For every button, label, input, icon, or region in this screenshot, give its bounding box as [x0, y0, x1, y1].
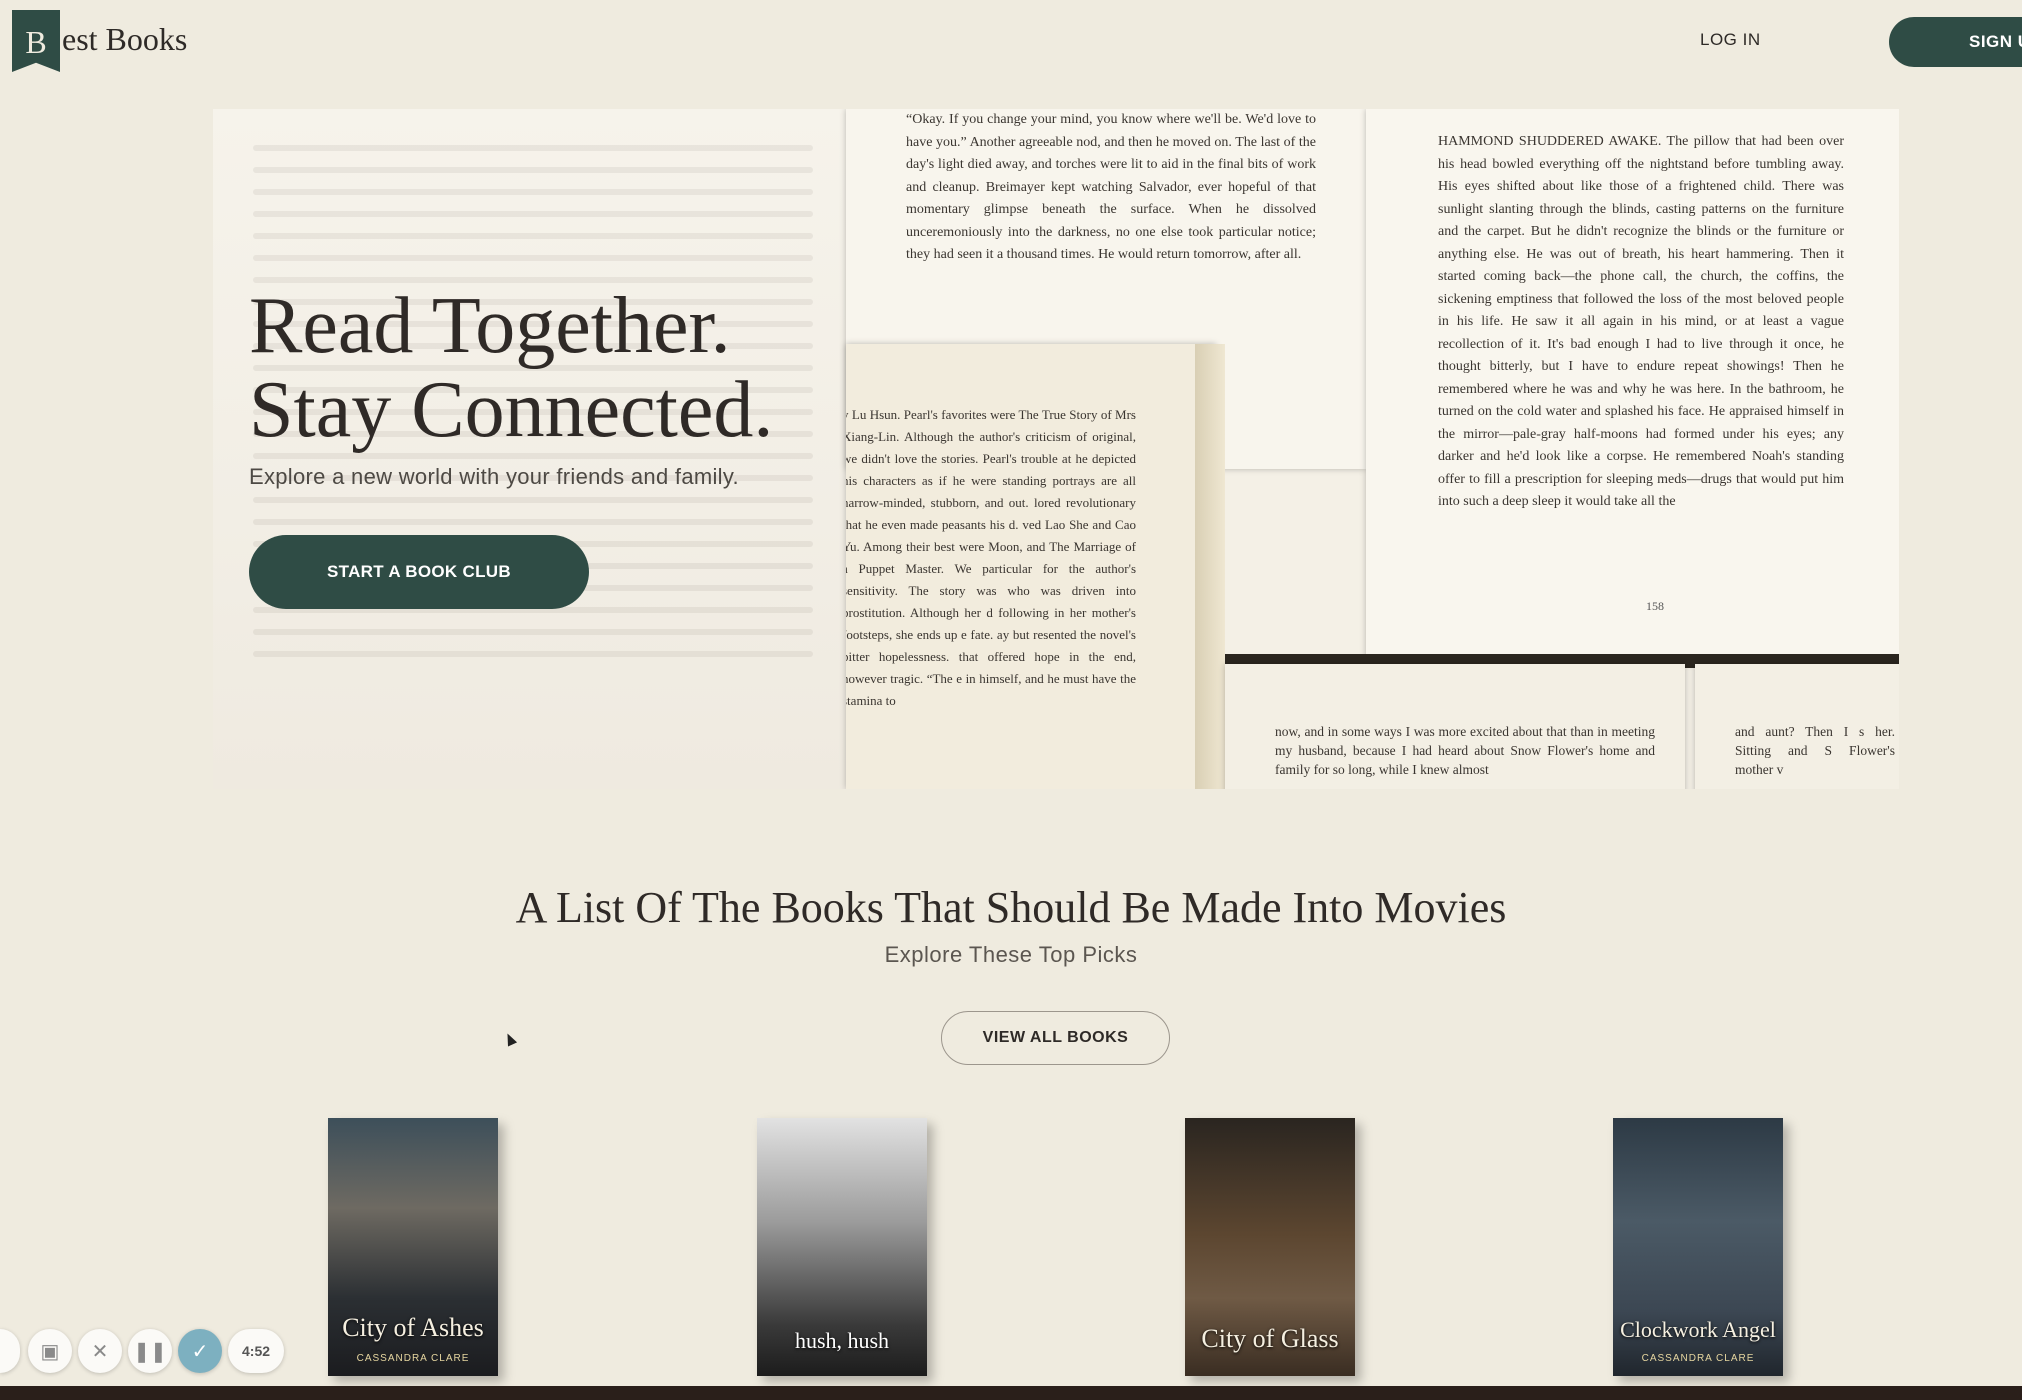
- logo-bookmark-icon: B: [12, 10, 60, 72]
- book-cover-city-of-ashes[interactable]: City of Ashes CASSANDRA CLARE: [328, 1118, 498, 1376]
- book-title: City of Ashes: [342, 1313, 484, 1342]
- book-page-bottom: now, and in some ways I was more excited…: [1225, 664, 1685, 789]
- book-page-text: HAMMOND SHUDDERED AWAKE. The pillow that…: [1438, 134, 1844, 509]
- book-page-text: “Okay. If you change your mind, you know…: [906, 112, 1316, 262]
- book-author: CASSANDRA CLARE: [1641, 1353, 1755, 1364]
- book-cover-clockwork-angel[interactable]: Clockwork Angel CASSANDRA CLARE: [1613, 1118, 1783, 1376]
- book-page-text: now, and in some ways I was more excited…: [1275, 724, 1655, 777]
- hero-title-line-1: Read Together.: [249, 282, 731, 370]
- book-page-text: and aunt? Then I s her. Sitting and S Fl…: [1735, 724, 1895, 777]
- signup-button[interactable]: SIGN U: [1889, 17, 2022, 67]
- login-link[interactable]: LOG IN: [1700, 30, 1761, 50]
- check-icon[interactable]: ✓: [178, 1329, 222, 1373]
- hero-section: “Okay. If you change your mind, you know…: [213, 109, 1899, 789]
- camera-icon[interactable]: ▣: [28, 1329, 72, 1373]
- book-title: Clockwork Angel: [1620, 1317, 1776, 1342]
- book-author: CASSANDRA CLARE: [356, 1353, 470, 1364]
- book-cover-city-of-glass[interactable]: City of Glass: [1185, 1118, 1355, 1376]
- section-subtitle: Explore These Top Picks: [884, 942, 1138, 967]
- hero-title: Read Together. Stay Connected.: [249, 284, 949, 452]
- book-cover-hush-hush[interactable]: hush, hush: [757, 1118, 927, 1376]
- mouse-cursor-icon: [502, 1031, 518, 1047]
- pause-icon[interactable]: ❚❚: [128, 1329, 172, 1373]
- page-number: 158: [1646, 599, 1664, 613]
- book-page-bottom-right: and aunt? Then I s her. Sitting and S Fl…: [1695, 664, 1899, 789]
- hero-title-line-2: Stay Connected.: [249, 366, 774, 454]
- recorder-handle[interactable]: [0, 1329, 20, 1373]
- view-all-books-button[interactable]: VIEW ALL BOOKS: [941, 1011, 1170, 1065]
- close-icon[interactable]: ✕: [78, 1329, 122, 1373]
- book-title: hush, hush: [794, 1328, 890, 1353]
- section-title: A List Of The Books That Should Be Made …: [515, 883, 1507, 932]
- logo-text: est Books: [62, 20, 188, 57]
- book-spine: [1195, 344, 1225, 789]
- logo[interactable]: B est Books: [12, 10, 187, 72]
- book-page-right: HAMMOND SHUDDERED AWAKE. The pillow that…: [1366, 109, 1899, 664]
- start-book-club-button[interactable]: START A BOOK CLUB: [249, 535, 589, 609]
- book-title: City of Glass: [1201, 1324, 1339, 1353]
- bottom-edge-bar: [0, 1386, 2022, 1400]
- recording-time: 4:52: [228, 1329, 285, 1373]
- hero-subtitle: Explore a new world with your friends an…: [249, 464, 739, 489]
- recorder-toolbar: ▣ ✕ ❚❚ ✓ 4:52: [0, 1329, 285, 1373]
